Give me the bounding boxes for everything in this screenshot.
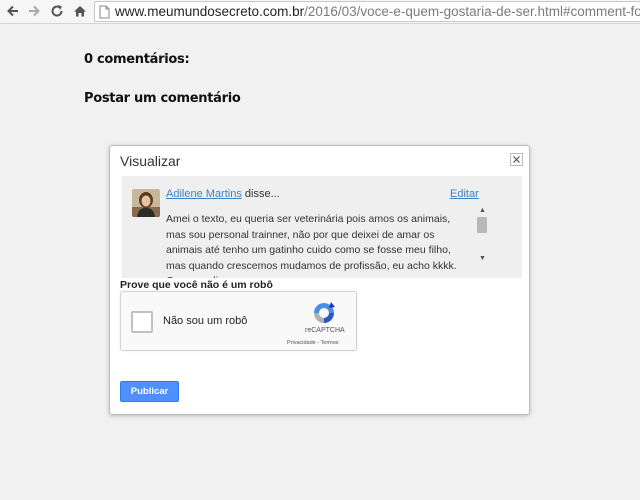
url-path: /2016/03/voce-e-quem-gostaria-de-ser.htm… bbox=[304, 4, 640, 19]
robot-prompt: Prove que você não é um robô bbox=[120, 279, 273, 291]
recaptcha-widget: Não sou um robô reCAPTCHA Privacidade - … bbox=[120, 291, 357, 351]
scroll-down-arrow-icon[interactable]: ▼ bbox=[479, 255, 486, 262]
home-button[interactable] bbox=[71, 2, 89, 20]
author-link[interactable]: Adilene Martins bbox=[166, 188, 242, 200]
post-comment-heading: Postar um comentário bbox=[84, 91, 241, 106]
captcha-checkbox[interactable] bbox=[131, 311, 153, 333]
captcha-label: Não sou um robô bbox=[163, 315, 248, 327]
reload-icon bbox=[51, 5, 63, 17]
close-button[interactable] bbox=[510, 153, 523, 166]
captcha-brand: reCAPTCHA bbox=[305, 327, 345, 334]
publish-button[interactable]: Publicar bbox=[120, 381, 179, 402]
comment-text: Amei o texto, eu queria ser veterinária … bbox=[166, 213, 457, 278]
browser-toolbar: www.meumundosecreto.com.br/2016/03/voce-… bbox=[0, 0, 640, 24]
avatar-photo-icon bbox=[132, 189, 160, 217]
page-icon bbox=[99, 5, 110, 24]
close-icon bbox=[513, 156, 520, 163]
forward-button[interactable] bbox=[25, 2, 43, 20]
url-host: www.meumundosecreto.com.br bbox=[115, 4, 305, 19]
comments-count-heading: 0 comentários: bbox=[84, 52, 190, 67]
avatar bbox=[132, 189, 160, 217]
author-line: Adilene Martins disse... bbox=[166, 188, 280, 200]
home-icon bbox=[74, 6, 86, 17]
back-button[interactable] bbox=[4, 2, 22, 20]
comment-preview: Adilene Martins disse... Editar Amei o t… bbox=[122, 176, 522, 278]
edit-link[interactable]: Editar bbox=[450, 188, 479, 200]
scrollbar-thumb[interactable] bbox=[477, 217, 487, 233]
captcha-privacy-links[interactable]: Privacidade - Termos bbox=[287, 340, 339, 346]
preview-dialog: Visualizar Adilene Martins disse... Edit… bbox=[109, 145, 530, 415]
forward-arrow-icon bbox=[29, 5, 40, 17]
back-arrow-icon bbox=[7, 5, 18, 17]
said-label: disse... bbox=[244, 188, 280, 200]
address-bar[interactable]: www.meumundosecreto.com.br/2016/03/voce-… bbox=[94, 1, 640, 22]
scroll-up-arrow-icon[interactable]: ▲ bbox=[479, 207, 486, 214]
reload-button[interactable] bbox=[48, 2, 66, 20]
dialog-title: Visualizar bbox=[120, 153, 181, 169]
url-text: www.meumundosecreto.com.br/2016/03/voce-… bbox=[115, 4, 640, 19]
